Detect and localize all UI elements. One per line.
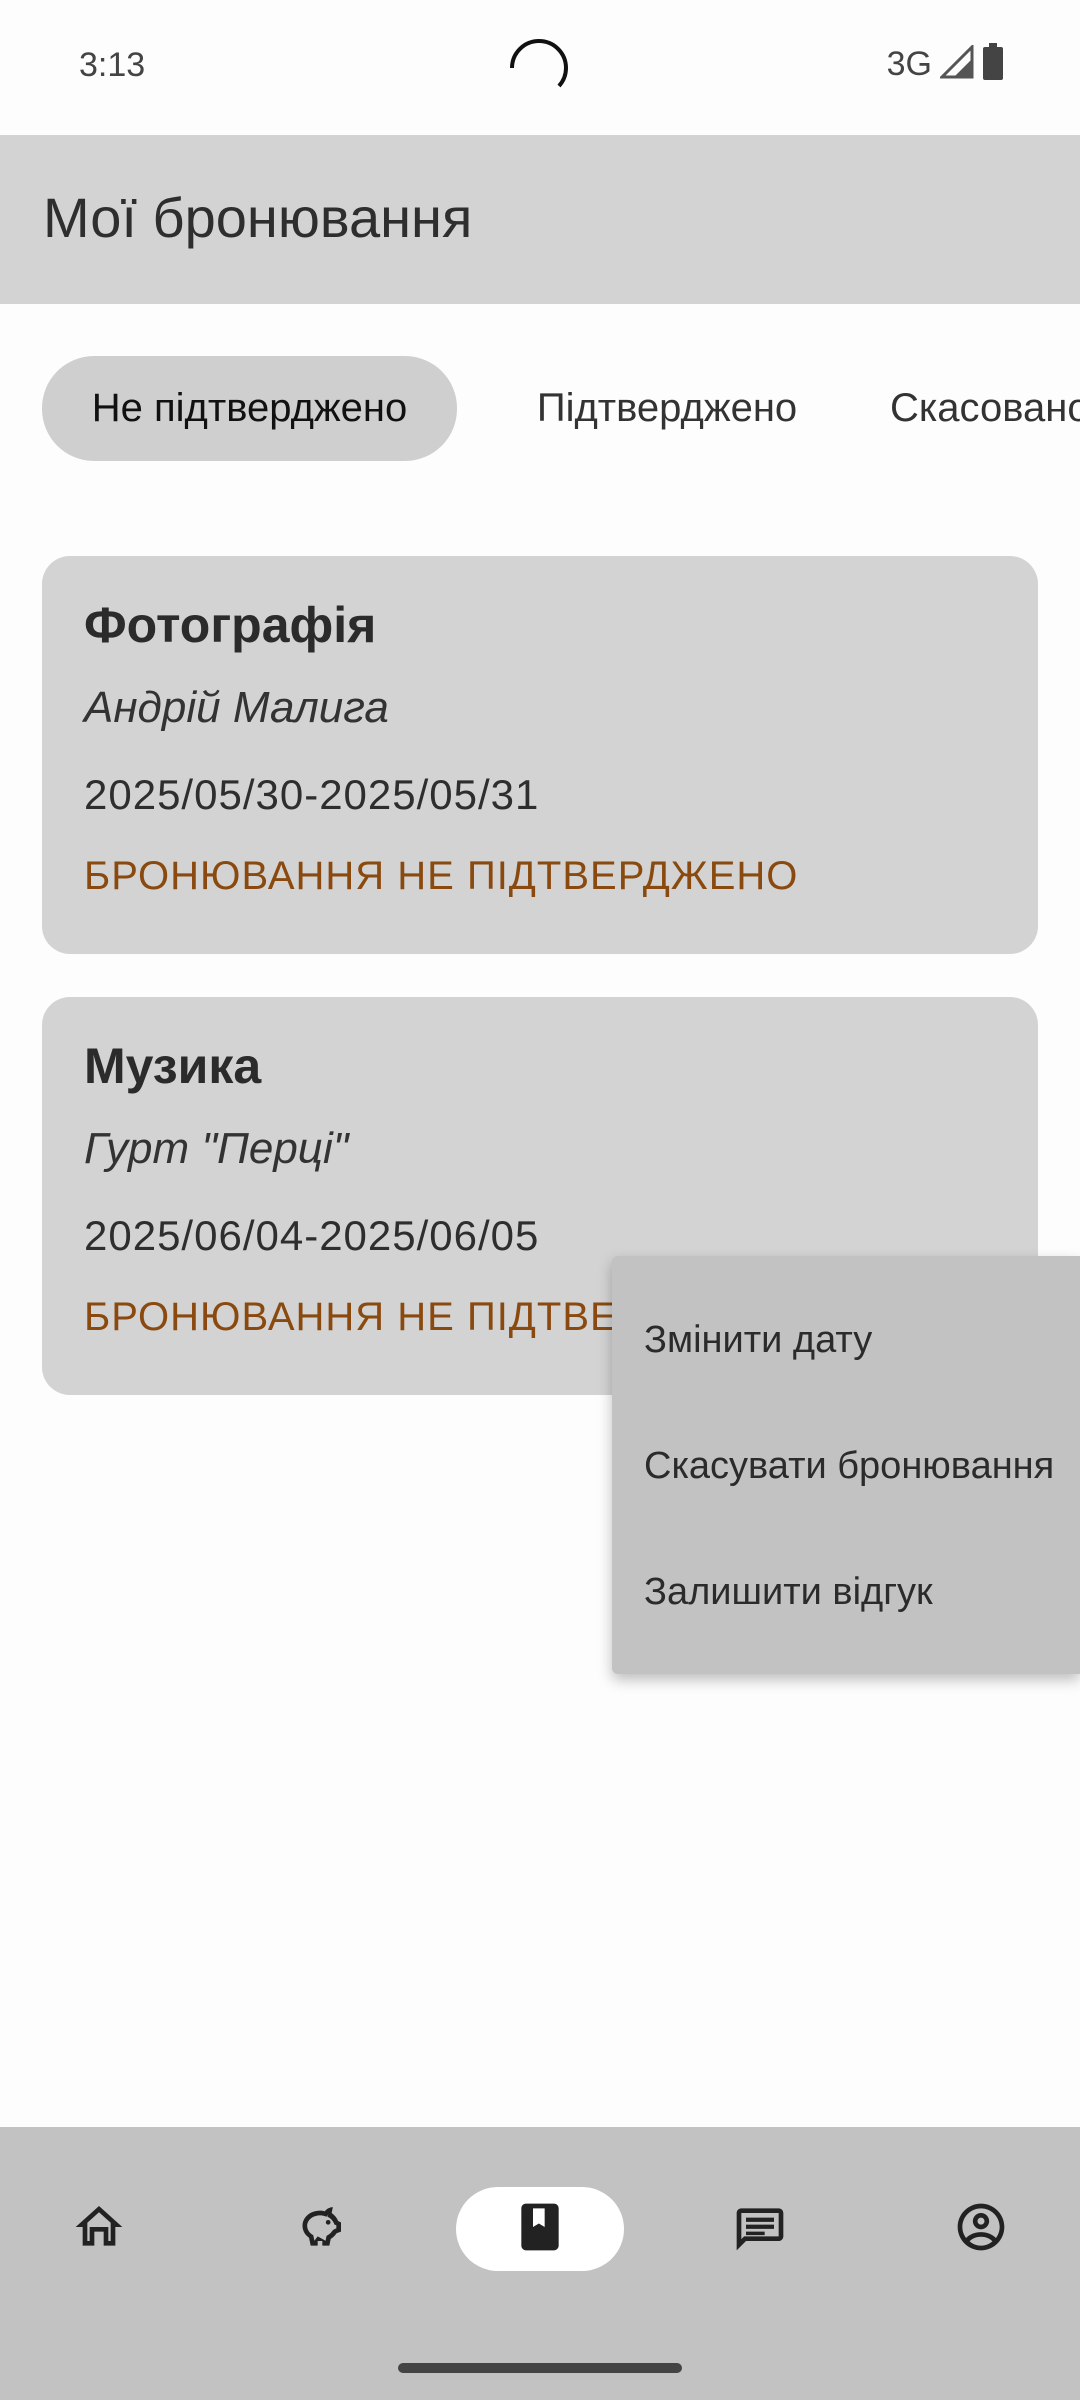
booking-status-tabs: Не підтверджено Підтверджено Скасовано	[0, 356, 1080, 461]
page-title: Мої бронювання	[43, 186, 473, 249]
booking-card[interactable]: Фотографія Андрій Малига 2025/05/30-2025…	[42, 556, 1038, 954]
booking-category: Фотографія	[84, 597, 377, 653]
menu-item-cancel-booking[interactable]: Скасувати бронювання	[644, 1426, 1054, 1506]
tab-cancelled[interactable]: Скасовано	[890, 356, 1080, 461]
gesture-navigation-bar[interactable]	[398, 2363, 682, 2373]
menu-item-leave-review[interactable]: Залишити відгук	[644, 1552, 933, 1632]
booking-context-menu: Змінити дату Скасувати бронювання Залиши…	[612, 1256, 1080, 1674]
booking-category: Музика	[84, 1038, 262, 1094]
bookmark-book-icon	[512, 2199, 568, 2260]
status-icons: 3G	[886, 42, 1004, 86]
booking-dates: 2025/05/30-2025/05/31	[84, 771, 540, 818]
network-type: 3G	[886, 44, 932, 83]
chat-icon	[732, 2199, 788, 2260]
bottom-navigation	[0, 2127, 1080, 2400]
battery-icon	[982, 42, 1004, 86]
tab-confirmed[interactable]: Підтверджено	[500, 356, 834, 461]
screen: 3:13 3G Мої бронювання Не підтверджено П…	[0, 0, 1080, 2400]
tab-unconfirmed[interactable]: Не підтверджено	[42, 356, 457, 461]
booking-provider: Гурт "Перці"	[84, 1124, 349, 1173]
status-time: 3:13	[79, 46, 146, 84]
nav-profile[interactable]	[897, 2187, 1065, 2271]
nav-bookings[interactable]	[456, 2187, 624, 2271]
nav-home[interactable]	[15, 2187, 183, 2271]
nav-savings[interactable]	[236, 2187, 404, 2271]
nav-messages[interactable]	[676, 2187, 844, 2271]
app-bar: Мої бронювання	[0, 135, 1080, 304]
booking-dates: 2025/06/04-2025/06/05	[84, 1212, 540, 1259]
piggy-bank-icon	[292, 2199, 348, 2260]
home-icon	[71, 2199, 127, 2260]
signal-icon	[938, 42, 974, 84]
menu-item-change-date[interactable]: Змінити дату	[644, 1300, 872, 1380]
booking-provider: Андрій Малига	[84, 683, 389, 732]
camera-cutout-icon	[504, 33, 574, 103]
account-circle-icon	[953, 2199, 1009, 2260]
booking-status: БРОНЮВАННЯ НЕ ПІДТВЕРДЖЕНО	[84, 854, 799, 898]
status-bar: 3:13 3G	[0, 0, 1080, 135]
